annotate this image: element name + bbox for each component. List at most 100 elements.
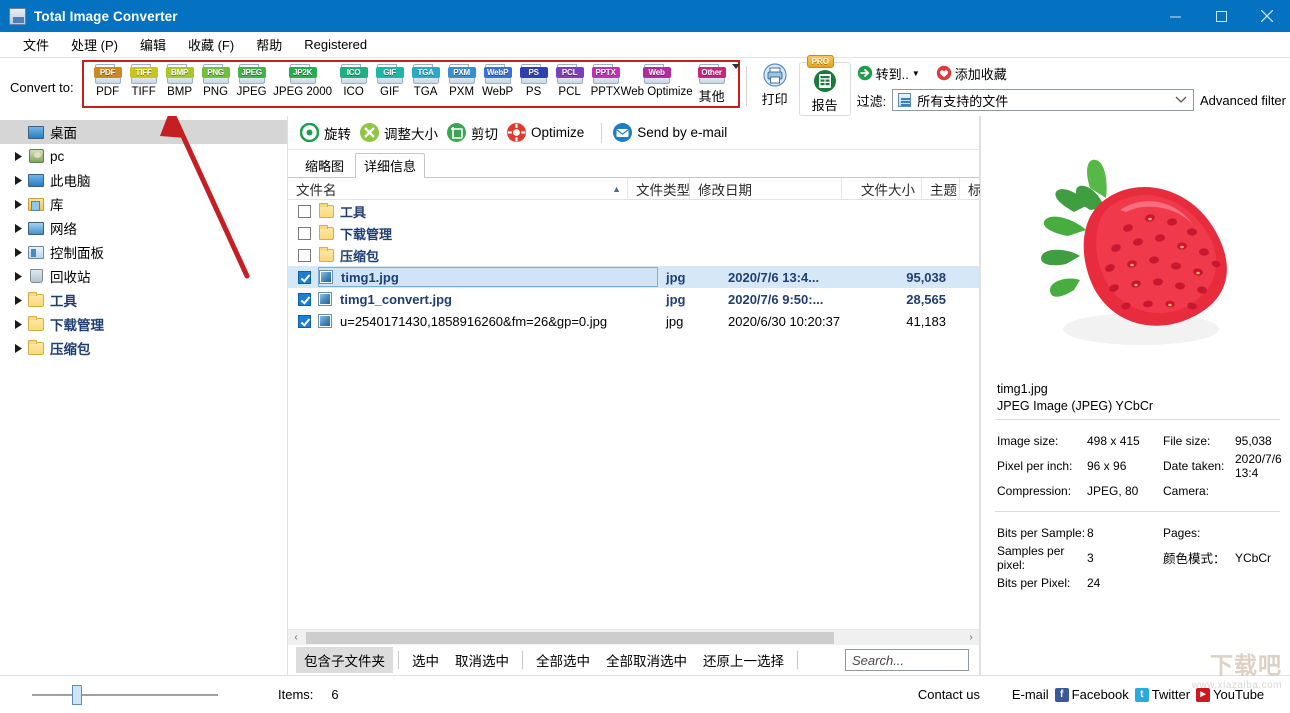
file-name-cell[interactable]: 工具 bbox=[318, 202, 658, 221]
add-favorite-button[interactable]: 添加收藏 bbox=[936, 64, 1007, 83]
maximize-button[interactable] bbox=[1198, 0, 1244, 32]
action--[interactable]: 调整大小 bbox=[360, 123, 444, 143]
file-name-cell[interactable]: timg1.jpg bbox=[318, 267, 658, 287]
row-checkbox[interactable] bbox=[298, 204, 311, 218]
twitter-link[interactable]: t Twitter bbox=[1134, 687, 1190, 702]
horizontal-scrollbar[interactable]: ‹ › bbox=[288, 629, 979, 645]
tab-thumbnails[interactable]: 缩略图 bbox=[296, 153, 353, 178]
select-button[interactable]: 选中 bbox=[404, 647, 447, 673]
format-button-jpeg[interactable]: JPEG JPEG bbox=[235, 63, 269, 98]
format-button-png[interactable]: PNG PNG bbox=[199, 63, 233, 98]
scroll-left-icon[interactable]: ‹ bbox=[288, 632, 304, 643]
tree-node-工具[interactable]: 工具 bbox=[0, 288, 287, 312]
format-button-pptx[interactable]: PPTX PPTX bbox=[589, 63, 623, 98]
column-header-filesize[interactable]: 文件大小 bbox=[842, 177, 922, 200]
deselect-all-button[interactable]: 全部取消选中 bbox=[598, 647, 695, 673]
action-send-by-e-mail[interactable]: Send by e-mail bbox=[613, 123, 733, 142]
menu-item-edit[interactable]: 编辑 bbox=[129, 33, 177, 56]
expander-arrow-icon[interactable] bbox=[10, 223, 26, 233]
advanced-filter-link[interactable]: Advanced filter bbox=[1200, 93, 1286, 108]
menu-item-registered[interactable]: Registered bbox=[293, 35, 378, 54]
format-button-ps[interactable]: PS PS bbox=[517, 63, 551, 98]
format-button-web-optimize[interactable]: Web Web Optimize bbox=[621, 63, 693, 98]
action--[interactable]: 旋转 bbox=[300, 123, 357, 143]
deselect-button[interactable]: 取消选中 bbox=[447, 647, 517, 673]
row-checkbox[interactable] bbox=[298, 248, 311, 262]
thumbnail-size-slider[interactable] bbox=[32, 684, 218, 705]
menu-item-process[interactable]: 处理 (P) bbox=[60, 33, 129, 56]
tree-node-desktop[interactable]: 桌面 bbox=[0, 120, 287, 144]
minimize-button[interactable] bbox=[1152, 0, 1198, 32]
scrollbar-thumb[interactable] bbox=[306, 631, 834, 644]
tree-node-压缩包[interactable]: 压缩包 bbox=[0, 336, 287, 360]
format-button-jpeg-2000[interactable]: JP2K JPEG 2000 bbox=[271, 63, 335, 98]
chevron-down-icon[interactable] bbox=[1171, 96, 1191, 104]
file-name-cell[interactable]: timg1_convert.jpg bbox=[318, 292, 658, 307]
menu-item-help[interactable]: 帮助 bbox=[245, 33, 293, 56]
email-link[interactable]: E-mail bbox=[1012, 687, 1049, 702]
goto-caret-icon[interactable]: ▼ bbox=[912, 69, 920, 78]
filter-combobox[interactable]: 所有支持的文件 bbox=[892, 89, 1194, 111]
expander-arrow-icon[interactable] bbox=[10, 343, 26, 353]
column-header-filetype[interactable]: 文件类型 bbox=[628, 177, 690, 200]
goto-button[interactable]: 转到.. ▼ bbox=[857, 64, 920, 83]
row-checkbox[interactable] bbox=[298, 226, 311, 240]
format-button-webp[interactable]: WebP WebP bbox=[481, 63, 515, 98]
file-name-cell[interactable]: u=2540171430,1858916260&fm=26&gp=0.jpg bbox=[318, 314, 658, 329]
facebook-link[interactable]: f Facebook bbox=[1054, 687, 1129, 702]
scroll-right-icon[interactable]: › bbox=[963, 632, 979, 643]
restore-selection-button[interactable]: 还原上一选择 bbox=[695, 647, 792, 673]
print-button[interactable]: 打印 bbox=[753, 62, 797, 108]
format-button-bmp[interactable]: BMP BMP bbox=[163, 63, 197, 98]
table-row[interactable]: 下载管理 bbox=[288, 222, 979, 244]
action-optimize[interactable]: Optimize bbox=[507, 123, 590, 142]
row-checkbox[interactable] bbox=[298, 270, 311, 284]
format-button-pcl[interactable]: PCL PCL bbox=[553, 63, 587, 98]
contact-us-link[interactable]: Contact us bbox=[918, 687, 980, 702]
expander-arrow-icon[interactable] bbox=[10, 151, 26, 161]
format-button-tiff[interactable]: TIFF TIFF bbox=[127, 63, 161, 98]
expander-arrow-icon[interactable] bbox=[10, 319, 26, 329]
tree-node-库[interactable]: 库 bbox=[0, 192, 287, 216]
column-header-moddate[interactable]: 修改日期 bbox=[690, 177, 842, 200]
select-all-button[interactable]: 全部选中 bbox=[528, 647, 598, 673]
format-button-ico[interactable]: ICO ICO bbox=[337, 63, 371, 98]
report-button[interactable]: PRO 报告 bbox=[798, 55, 851, 116]
table-row[interactable]: timg1.jpg jpg 2020/7/6 13:4... 95,038 bbox=[288, 266, 979, 288]
table-row[interactable]: 工具 bbox=[288, 200, 979, 222]
table-row[interactable]: u=2540171430,1858916260&fm=26&gp=0.jpg jp… bbox=[288, 310, 979, 332]
expander-arrow-icon[interactable] bbox=[10, 175, 26, 185]
row-checkbox[interactable] bbox=[298, 292, 311, 306]
table-row[interactable]: timg1_convert.jpg jpg 2020/7/6 9:50:... 28,… bbox=[288, 288, 979, 310]
expander-arrow-icon[interactable] bbox=[10, 247, 26, 257]
format-button-tga[interactable]: TGA TGA bbox=[409, 63, 443, 98]
format-button--[interactable]: Other 其他 bbox=[691, 63, 740, 105]
include-subfolders-button[interactable]: 包含子文件夹 bbox=[296, 647, 393, 673]
row-checkbox[interactable] bbox=[298, 314, 311, 328]
tree-node-下载管理[interactable]: 下载管理 bbox=[0, 312, 287, 336]
youtube-link[interactable]: ▶ YouTube bbox=[1196, 687, 1264, 702]
tree-node-回收站[interactable]: 回收站 bbox=[0, 264, 287, 288]
action--[interactable]: 剪切 bbox=[447, 123, 504, 143]
file-name-cell[interactable]: 压缩包 bbox=[318, 246, 658, 265]
tree-node-此电脑[interactable]: 此电脑 bbox=[0, 168, 287, 192]
menu-item-file[interactable]: 文件 bbox=[12, 33, 60, 56]
column-header-subject[interactable]: 主题 bbox=[922, 177, 960, 200]
expander-arrow-icon[interactable] bbox=[10, 199, 26, 209]
expander-arrow-icon[interactable] bbox=[10, 271, 26, 281]
tree-node-pc[interactable]: pc bbox=[0, 144, 287, 168]
format-button-gif[interactable]: GIF GIF bbox=[373, 63, 407, 98]
expander-arrow-icon[interactable] bbox=[10, 295, 26, 305]
file-list-body[interactable]: 工具 下载管理压缩包 timg1.jpg jpg 2020/7/6 13:4... 95,… bbox=[288, 200, 979, 629]
scrollbar-track[interactable] bbox=[304, 630, 963, 645]
close-button[interactable] bbox=[1244, 0, 1290, 32]
tree-node-控制面板[interactable]: 控制面板 bbox=[0, 240, 287, 264]
format-button-pdf[interactable]: PDF PDF bbox=[91, 63, 125, 98]
table-row[interactable]: 压缩包 bbox=[288, 244, 979, 266]
tab-details[interactable]: 详细信息 bbox=[355, 153, 426, 178]
slider-handle[interactable] bbox=[72, 684, 82, 705]
menu-item-favorites[interactable]: 收藏 (F) bbox=[177, 33, 245, 56]
chevron-down-icon[interactable] bbox=[731, 64, 740, 69]
tree-node-网络[interactable]: 网络 bbox=[0, 216, 287, 240]
column-header-filename[interactable]: 文件名 ▲ bbox=[288, 177, 628, 200]
